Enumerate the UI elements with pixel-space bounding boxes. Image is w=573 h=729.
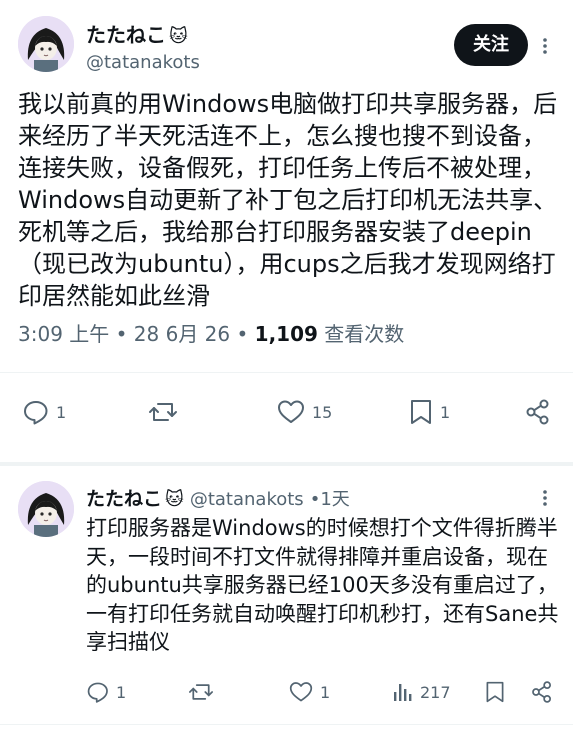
display-name-text: たたねこ [86,23,166,47]
views-button[interactable]: 217 [392,680,451,704]
bookmark-button[interactable]: 1 [408,398,450,426]
views-count: 1,109 [254,322,318,346]
share-icon [526,399,549,425]
heart-icon [278,400,304,423]
user-handle[interactable]: @tatanakots [190,489,304,510]
views-count: 217 [420,682,451,702]
divider [0,724,573,725]
user-handle[interactable]: @tatanakots [86,52,200,73]
cat-emoji-icon: 🐱 [169,26,188,47]
share-button[interactable] [530,680,554,704]
bookmark-icon [411,400,431,424]
reply-button[interactable]: 1 [86,680,126,704]
post-time-ago[interactable]: 1天 [320,489,349,510]
avatar[interactable] [18,16,74,72]
post-text: 我以前真的用Windows电脑做打印共享服务器，后来经历了半天死活连不上，怎么搜… [18,90,558,310]
bookmark-icon [486,681,504,703]
speech-bubble-icon [87,682,108,703]
reply-text: 打印服务器是Windows的时候想打个文件得折腾半天，一段时间不打文件就得排障并… [86,516,559,654]
reply-header: たたねこ 🐱 @tatanakots •1天 [86,484,350,511]
repost-button[interactable] [148,398,178,426]
post-date[interactable]: 28 6月 26 [134,322,230,346]
bookmark-count: 1 [440,402,451,422]
share-icon [532,681,551,703]
follow-button[interactable]: 关注 [454,24,528,66]
share-button[interactable] [524,398,552,426]
heart-icon [289,682,313,702]
like-count: 15 [312,402,333,422]
post-time[interactable]: 3:09 上午 [18,322,109,346]
bookmark-button[interactable] [484,680,506,704]
display-name[interactable]: たたねこ 🐱 [86,19,188,48]
meta-separator: • [309,489,321,510]
repost-arrows-icon [189,684,213,700]
repost-button[interactable] [188,680,214,704]
reply-count: 1 [116,682,127,702]
reply-count: 1 [56,402,67,422]
like-button[interactable]: 1 [288,680,330,704]
post-meta: 3:09 上午 • 28 6月 26 • 1,109 查看次数 [18,318,404,347]
like-button[interactable]: 15 [276,398,332,426]
display-name[interactable]: たたねこ [86,488,162,510]
reply-button[interactable]: 1 [22,398,66,426]
cat-emoji-icon: 🐱 [165,489,184,510]
vertical-dots-icon[interactable] [535,34,555,58]
avatar[interactable] [18,481,74,537]
avatar-illustration-icon [18,481,74,537]
meta-separator: • [236,322,249,346]
main-post: たたねこ 🐱 @tatanakots 关注 我以前真的用Windows电脑做打印共… [0,0,573,460]
bar-chart-icon [394,684,412,701]
vertical-dots-icon[interactable] [535,486,555,510]
repost-arrows-icon [149,403,177,421]
speech-bubble-icon [24,401,48,425]
reply-post[interactable]: たたねこ 🐱 @tatanakots •1天 打印服务器是Windows的时候想打… [0,466,573,724]
divider [0,372,573,373]
like-count: 1 [320,682,331,702]
avatar-illustration-icon [18,16,74,72]
views-label: 查看次数 [324,322,405,346]
meta-separator: • [115,322,128,346]
